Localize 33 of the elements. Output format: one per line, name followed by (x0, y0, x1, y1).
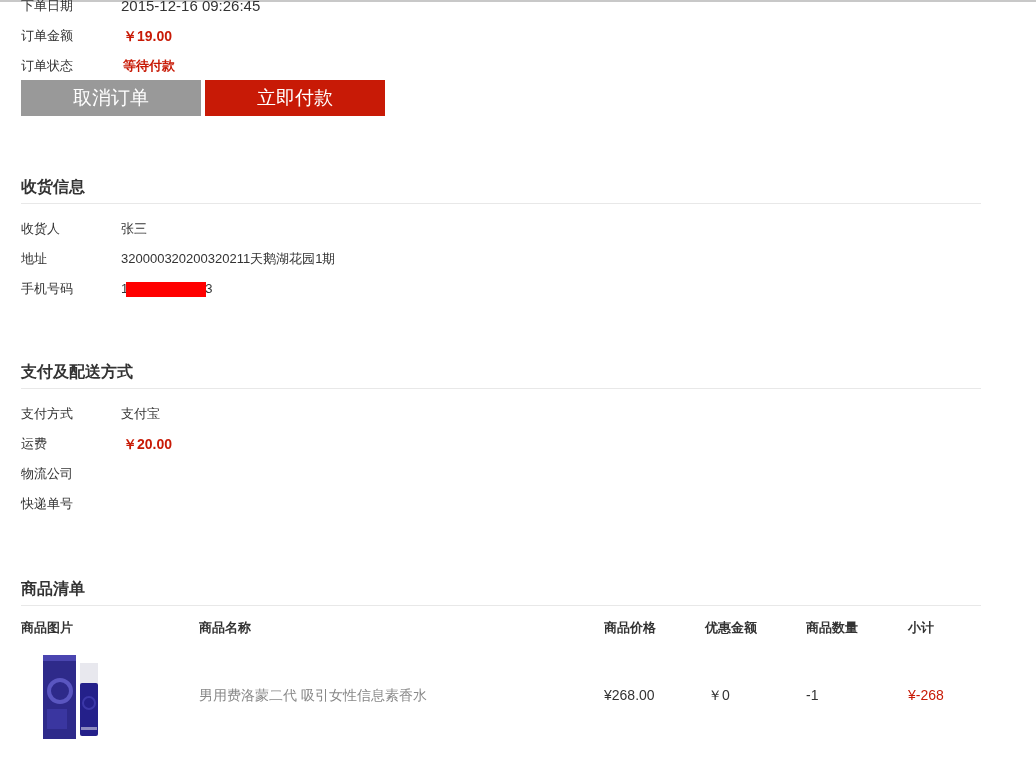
field-value: 支付宝 (121, 405, 160, 424)
field-value: 320000320200320211天鹅湖花园1期 (121, 250, 336, 269)
table-cell-text: ￥0 (707, 686, 730, 703)
column-header: 商品名称 (199, 620, 251, 636)
field-value: 张三 (121, 220, 147, 239)
field-label: 下单日期 (21, 0, 73, 14)
field-label: 地址 (21, 251, 47, 267)
field-label: 订单状态 (21, 58, 73, 74)
field-value: 等待付款 (122, 57, 175, 76)
table-cell: ¥268.00 (604, 686, 655, 703)
table-cell: ¥-268 (908, 686, 944, 703)
field-value: 2015-12-16 09:26:45 (121, 0, 261, 16)
column-header: 商品价格 (604, 620, 656, 636)
column-header: 小计 (908, 620, 934, 636)
field-value: ￥20.00 (122, 434, 173, 454)
field-label: 物流公司 (21, 466, 73, 482)
field-label: 支付方式 (21, 406, 73, 422)
column-header: 商品数量 (806, 620, 858, 636)
section-title: 收货信息 (21, 177, 85, 198)
field-label: 订单金额 (21, 28, 73, 44)
column-header: 优惠金额 (705, 620, 757, 636)
field-label: 快递单号 (21, 496, 73, 512)
column-header: 商品图片 (21, 620, 73, 636)
field-label: 手机号码 (21, 281, 73, 297)
pay-button[interactable]: 立即付款 (205, 80, 385, 116)
field-value: ￥19.00 (122, 26, 173, 46)
product-name: 男用费洛蒙二代 吸引女性信息素香水 (199, 686, 427, 703)
field-label: 收货人 (21, 221, 60, 237)
field-value: 3 (205, 280, 213, 299)
table-cell: -1 (806, 686, 819, 703)
section-title: 支付及配送方式 (21, 362, 133, 382)
field-label: 运费 (21, 436, 47, 452)
section-title: 商品清单 (21, 579, 85, 599)
